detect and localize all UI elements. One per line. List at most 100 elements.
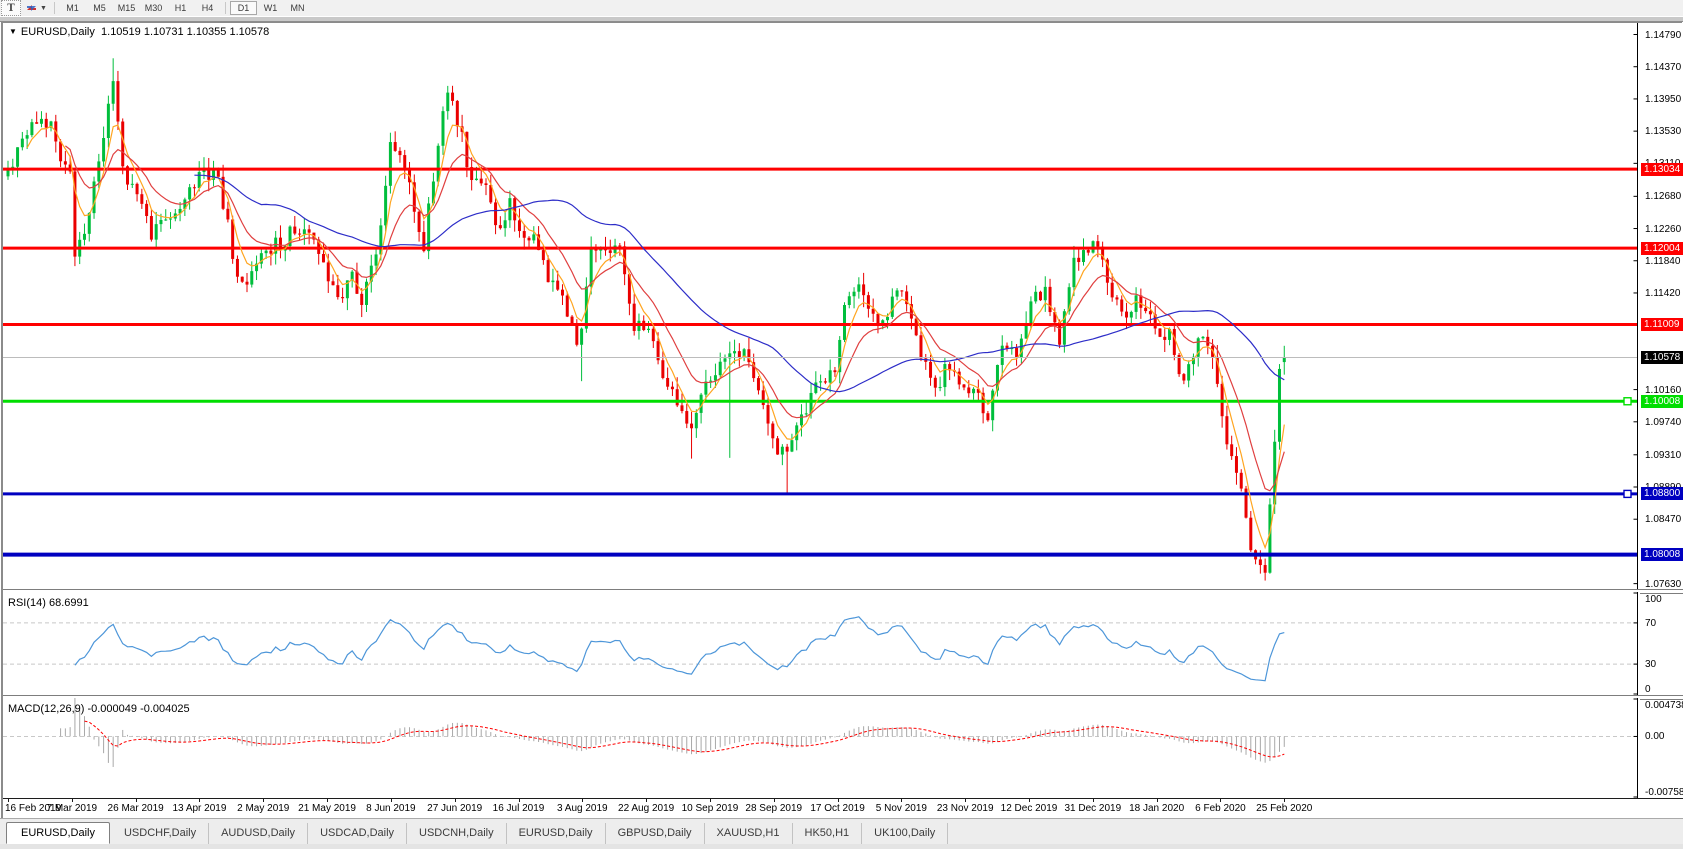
rsi-line bbox=[75, 617, 1284, 681]
timeframe-group: M1M5M15M30H1H4 D1W1MN bbox=[59, 1, 311, 15]
price-level-badge: 1.08008 bbox=[1641, 548, 1683, 561]
time-tick-label: 7 Mar 2019 bbox=[47, 803, 98, 814]
level-drag-handle[interactable] bbox=[1624, 490, 1631, 497]
price-tick-label: 1.13530 bbox=[1645, 126, 1683, 137]
candlesticks bbox=[7, 58, 1286, 580]
tab-gbpusd-daily[interactable]: GBPUSD,Daily bbox=[606, 823, 705, 844]
price-level-badge: 1.13034 bbox=[1641, 163, 1683, 176]
time-tick-label: 2 May 2019 bbox=[237, 803, 289, 814]
time-tick bbox=[391, 799, 392, 802]
time-tick bbox=[1093, 799, 1094, 802]
price-tick-label: 1.08470 bbox=[1645, 514, 1683, 525]
text-tool-label: T bbox=[7, 3, 14, 14]
rsi-axis-label: 0 bbox=[1645, 684, 1683, 695]
time-tick bbox=[72, 799, 73, 802]
price-tick-label: 1.12260 bbox=[1645, 224, 1683, 235]
price-level-badge: 1.10008 bbox=[1641, 395, 1683, 408]
time-tick bbox=[8, 799, 9, 802]
time-tick bbox=[710, 799, 711, 802]
window-edge bbox=[0, 844, 1683, 849]
timeframe-button-H4[interactable]: H4 bbox=[194, 1, 221, 15]
timeframe-button-MN[interactable]: MN bbox=[284, 1, 311, 15]
price-level-badge: 1.08800 bbox=[1641, 487, 1683, 500]
price-tick-label: 1.09740 bbox=[1645, 417, 1683, 428]
price-tick-label: 1.07630 bbox=[1645, 579, 1683, 590]
rsi-axis-label: 30 bbox=[1645, 659, 1683, 670]
current-price-badge: 1.10578 bbox=[1641, 351, 1683, 364]
price-tick-label: 1.14790 bbox=[1645, 30, 1683, 41]
time-tick-label: 26 Mar 2019 bbox=[108, 803, 164, 814]
chart-scroll-strip[interactable] bbox=[0, 16, 1683, 22]
tab-usdcad-daily[interactable]: USDCAD,Daily bbox=[308, 823, 407, 844]
time-tick-label: 22 Aug 2019 bbox=[618, 803, 674, 814]
time-axis[interactable]: 16 Feb 20197 Mar 201926 Mar 201913 Apr 2… bbox=[3, 798, 1683, 818]
tab-uk100-daily[interactable]: UK100,Daily bbox=[862, 823, 948, 844]
timeframe-button-H1[interactable]: H1 bbox=[167, 1, 194, 15]
chart-tab-bar: EURUSD,DailyUSDCHF,DailyAUDUSD,DailyUSDC… bbox=[0, 818, 1683, 844]
rsi-indicator-label: RSI(14) 68.6991 bbox=[8, 597, 89, 609]
time-tick bbox=[965, 799, 966, 802]
chart-ohlc-values: 1.10519 1.10731 1.10355 1.10578 bbox=[101, 26, 269, 38]
time-tick bbox=[455, 799, 456, 802]
price-tick-label: 1.12680 bbox=[1645, 191, 1683, 202]
time-tick bbox=[838, 799, 839, 802]
time-tick-label: 23 Nov 2019 bbox=[937, 803, 994, 814]
price-tick-label: 1.14370 bbox=[1645, 62, 1683, 73]
time-tick-label: 13 Apr 2019 bbox=[172, 803, 226, 814]
time-tick-label: 3 Aug 2019 bbox=[557, 803, 608, 814]
price-level-badge: 1.11009 bbox=[1641, 318, 1683, 331]
chevron-down-icon: ▼ bbox=[9, 27, 17, 36]
moving-average-5 bbox=[27, 125, 1284, 548]
time-tick-label: 5 Nov 2019 bbox=[876, 803, 927, 814]
tab-hk50-h1[interactable]: HK50,H1 bbox=[793, 823, 863, 844]
timeframe-button-D1[interactable]: D1 bbox=[230, 1, 257, 15]
time-tick bbox=[263, 799, 264, 802]
text-tool-button[interactable]: T bbox=[1, 0, 21, 16]
timeframe-button-W1[interactable]: W1 bbox=[257, 1, 284, 15]
rsi-axis-label: 70 bbox=[1645, 618, 1683, 629]
macd-panel-canvas[interactable] bbox=[3, 698, 1640, 798]
time-tick bbox=[646, 799, 647, 802]
price-tick-label: 1.13950 bbox=[1645, 94, 1683, 105]
price-level-badge: 1.12004 bbox=[1641, 242, 1683, 255]
macd-histogram bbox=[46, 698, 1284, 767]
toolbar-separator bbox=[225, 2, 226, 14]
time-tick-label: 18 Jan 2020 bbox=[1129, 803, 1184, 814]
rsi-panel-canvas[interactable] bbox=[3, 592, 1640, 695]
time-tick-label: 21 May 2019 bbox=[298, 803, 356, 814]
cycle-arrows-button[interactable]: ▼ bbox=[23, 1, 49, 15]
time-tick bbox=[901, 799, 902, 802]
price-tick-label: 1.11840 bbox=[1645, 256, 1683, 267]
tab-eurusd-daily[interactable]: EURUSD,Daily bbox=[6, 822, 110, 844]
timeframe-button-M5[interactable]: M5 bbox=[86, 1, 113, 15]
time-tick-label: 28 Sep 2019 bbox=[745, 803, 802, 814]
level-drag-handle[interactable] bbox=[1624, 398, 1631, 405]
time-tick bbox=[327, 799, 328, 802]
price-tick-label: 1.11420 bbox=[1645, 288, 1683, 299]
time-tick-label: 17 Oct 2019 bbox=[810, 803, 864, 814]
time-tick-label: 31 Dec 2019 bbox=[1064, 803, 1121, 814]
chart-header: ▼ EURUSD,Daily 1.10519 1.10731 1.10355 1.… bbox=[9, 26, 269, 38]
time-tick bbox=[1284, 799, 1285, 802]
time-tick bbox=[582, 799, 583, 802]
tab-usdchf-daily[interactable]: USDCHF,Daily bbox=[112, 823, 209, 844]
chevron-down-icon: ▼ bbox=[40, 5, 47, 12]
time-tick bbox=[199, 799, 200, 802]
tab-audusd-daily[interactable]: AUDUSD,Daily bbox=[209, 823, 308, 844]
timeframe-button-M30[interactable]: M30 bbox=[140, 1, 167, 15]
timeframe-button-M15[interactable]: M15 bbox=[113, 1, 140, 15]
time-tick-label: 6 Feb 2020 bbox=[1195, 803, 1246, 814]
main-chart-canvas[interactable] bbox=[3, 23, 1640, 589]
tab-eurusd-daily[interactable]: EURUSD,Daily bbox=[507, 823, 606, 844]
timeframe-button-M1[interactable]: M1 bbox=[59, 1, 86, 15]
price-tick-label: 1.09310 bbox=[1645, 450, 1683, 461]
time-tick bbox=[519, 799, 520, 802]
chart-symbol-label: EURUSD,Daily bbox=[21, 26, 95, 38]
rsi-axis-label: 100 bbox=[1645, 594, 1683, 605]
time-tick-label: 8 Jun 2019 bbox=[366, 803, 416, 814]
macd-indicator-label: MACD(12,26,9) -0.000049 -0.004025 bbox=[8, 703, 190, 715]
time-tick-label: 27 Jun 2019 bbox=[427, 803, 482, 814]
macd-axis-label: 0.004738 bbox=[1645, 700, 1683, 711]
tab-xauusd-h1[interactable]: XAUUSD,H1 bbox=[705, 823, 793, 844]
tab-usdcnh-daily[interactable]: USDCNH,Daily bbox=[407, 823, 507, 844]
